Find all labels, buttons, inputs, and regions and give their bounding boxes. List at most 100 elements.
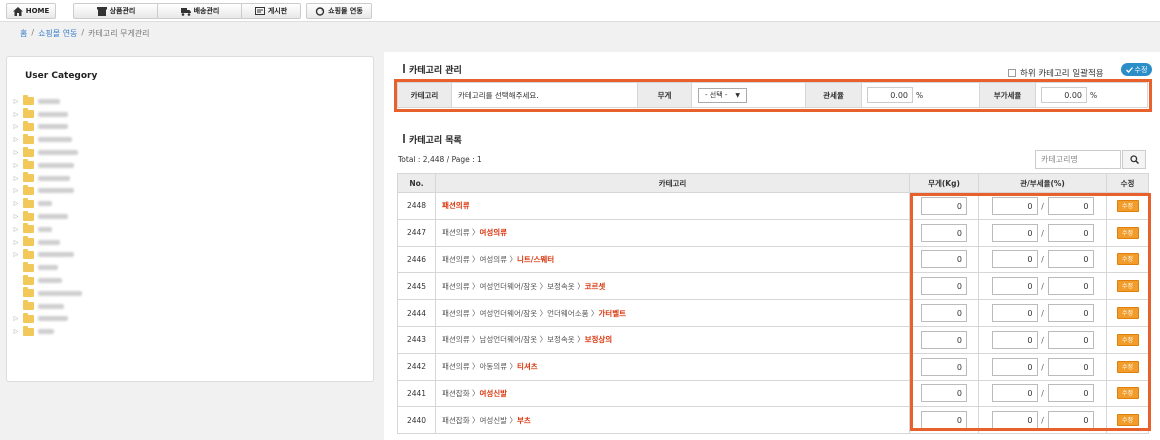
nav-product-button[interactable]: 상품관리: [73, 3, 159, 19]
row-no: 2448: [397, 192, 436, 220]
tree-item-label: [38, 239, 60, 245]
folder-icon: [23, 248, 34, 259]
row-no: 2443: [397, 325, 436, 354]
tree-item[interactable]: ▷: [13, 197, 82, 210]
expand-arrow-icon[interactable]: ▷: [13, 98, 19, 105]
category-leaf: 패션의류: [442, 201, 470, 211]
row-no: 2441: [397, 379, 436, 408]
tree-item-label: [38, 214, 68, 220]
tree-item[interactable]: ▷: [13, 223, 82, 236]
highlight-box: [910, 193, 1151, 431]
tree-item[interactable]: ▷: [13, 312, 82, 326]
tree-item-label: [38, 98, 60, 104]
folder-icon: [23, 325, 34, 336]
folder-icon: [23, 300, 34, 311]
breadcrumb-home[interactable]: 홈: [20, 28, 27, 39]
category-leaf: 가터벨트: [598, 308, 626, 318]
nav-mall-sync-button[interactable]: 쇼핑몰 연동: [306, 3, 372, 19]
expand-arrow-icon[interactable]: ▷: [13, 111, 19, 118]
tree-item[interactable]: [13, 300, 82, 313]
expand-arrow-icon[interactable]: ▷: [13, 328, 19, 335]
row-category: 패션잡화 〉여성신발 〉부츠: [435, 406, 910, 435]
category-leaf: 부츠: [516, 415, 531, 425]
row-no: 2445: [397, 272, 436, 301]
expand-arrow-icon[interactable]: ▷: [13, 187, 19, 194]
apply-sub-category-checkbox[interactable]: [1008, 69, 1016, 77]
tree-item[interactable]: ▷: [13, 184, 82, 198]
expand-arrow-icon[interactable]: ▷: [13, 136, 19, 143]
nav-board-button[interactable]: 게시판: [241, 3, 301, 19]
col-edit-header: 수정: [1106, 173, 1149, 193]
tree-item[interactable]: ▷: [13, 108, 82, 121]
category-tree-title: User Category: [25, 71, 98, 81]
tree-item-label: [38, 111, 68, 117]
nav-home-button[interactable]: HOME: [6, 3, 56, 19]
expand-arrow-icon[interactable]: ▷: [13, 239, 19, 246]
folder-icon: [23, 159, 34, 170]
row-no: 2442: [397, 352, 436, 381]
category-leaf: 티셔츠: [516, 362, 538, 372]
tree-item[interactable]: ▷: [13, 146, 82, 159]
tree-item[interactable]: ▷: [13, 95, 82, 108]
expand-arrow-icon[interactable]: ▷: [13, 162, 19, 169]
folder-icon: [23, 274, 34, 285]
home-icon: [12, 6, 23, 16]
folder-icon: [23, 172, 34, 183]
expand-arrow-icon[interactable]: ▷: [13, 175, 19, 182]
breadcrumb-separator: /: [81, 28, 85, 37]
folder-icon: [23, 95, 34, 106]
check-icon: [1125, 66, 1133, 73]
expand-arrow-icon[interactable]: ▷: [13, 123, 19, 130]
box-icon: [96, 6, 107, 16]
tree-item-label: [38, 175, 70, 181]
tree-item[interactable]: ▷: [13, 236, 82, 249]
category-path: 패션의류 〉여성의류 〉: [442, 254, 517, 264]
tree-item[interactable]: [13, 261, 82, 274]
expand-arrow-icon[interactable]: ▷: [13, 251, 19, 258]
expand-arrow-icon[interactable]: ▷: [13, 149, 19, 156]
row-category: 패션의류 〉여성의류: [435, 218, 910, 247]
tree-item[interactable]: [13, 287, 82, 300]
category-path: 패션잡화 〉: [442, 388, 480, 398]
col-tax-header: 관/부세율(%): [978, 173, 1107, 193]
nav-product-label: 상품관리: [109, 7, 136, 15]
folder-icon: [23, 133, 34, 144]
truck-icon: [180, 7, 191, 16]
board-icon: [254, 6, 265, 15]
tree-item[interactable]: ▷: [13, 325, 82, 338]
col-no-header: No.: [397, 173, 436, 193]
apply-sub-category-option[interactable]: 하위 카테고리 일괄적용: [1008, 67, 1104, 79]
row-category: 패션의류 〉남성언더웨어/잠옷 〉보정속옷 〉보정상의: [435, 325, 910, 354]
nav-shipping-button[interactable]: 배송관리: [157, 3, 243, 19]
tree-item[interactable]: ▷: [13, 133, 82, 146]
folder-icon: [23, 146, 34, 157]
tree-item[interactable]: ▷: [13, 248, 82, 262]
tree-item[interactable]: ▷: [13, 120, 82, 134]
tree-item-label: [38, 316, 68, 322]
folder-icon: [23, 197, 34, 208]
breadcrumb: 홈 / 쇼핑몰 연동 / 카테고리 무게관리: [20, 28, 150, 39]
tree-item[interactable]: ▷: [13, 159, 82, 172]
search-button[interactable]: [1122, 150, 1146, 169]
tree-item[interactable]: ▷: [13, 210, 82, 223]
tree-item-label: [38, 252, 74, 258]
expand-arrow-icon[interactable]: ▷: [13, 200, 19, 207]
tree-item-label: [38, 278, 62, 284]
tree-item[interactable]: [13, 274, 82, 287]
category-search-input[interactable]: 카테고리명: [1035, 150, 1121, 169]
tree-item[interactable]: ▷: [13, 172, 82, 185]
expand-arrow-icon[interactable]: ▷: [13, 226, 19, 233]
category-path: 패션잡화 〉여성신발 〉: [442, 415, 517, 425]
expand-arrow-icon[interactable]: ▷: [13, 213, 19, 220]
breadcrumb-section[interactable]: 쇼핑몰 연동: [38, 28, 77, 39]
expand-arrow-icon[interactable]: ▷: [13, 315, 19, 322]
manage-edit-button[interactable]: 수정: [1121, 63, 1152, 76]
category-leaf: 코르셋: [584, 281, 606, 291]
folder-icon: [23, 261, 34, 272]
breadcrumb-separator: /: [31, 28, 35, 37]
row-no: 2444: [397, 299, 436, 327]
folder-icon: [23, 312, 34, 323]
list-total: Total : 2,448 / Page : 1: [398, 155, 482, 164]
category-path: 패션의류 〉여성언더웨어/잠옷 〉보정속옷 〉: [442, 281, 585, 291]
row-no: 2447: [397, 218, 436, 247]
